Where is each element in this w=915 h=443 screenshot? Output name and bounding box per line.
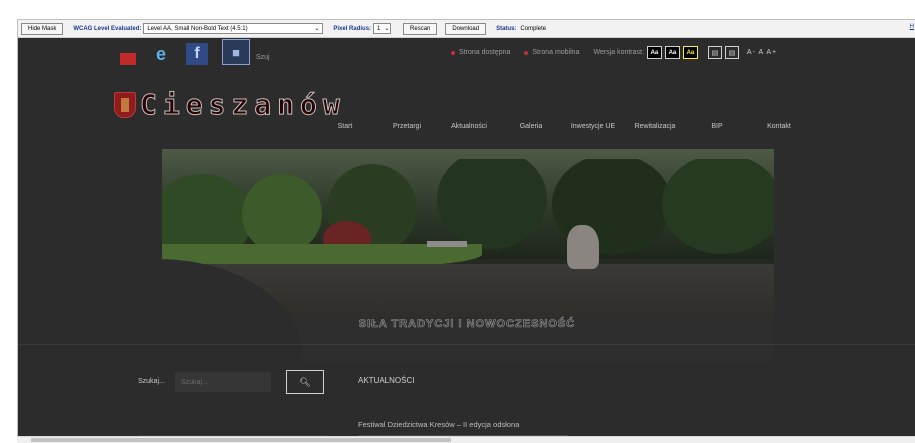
logo-text: Cieszanów [140,88,346,122]
nav-item-galeria[interactable]: Galeria [500,123,562,130]
nav-item-rewitalizacja[interactable]: Rewitalizacja [624,123,686,130]
wcag-level-label: WCAG Level Evaluated: [73,25,142,32]
dot-icon [524,50,529,55]
dot-icon [451,50,455,55]
hero-tagline: SIŁA TRADYCJI I NOWOCZESNOŚĆ [358,318,576,331]
social-icons: e f ■ Szuj [120,39,270,65]
layout-wide-icon[interactable]: ▤ [724,46,739,59]
wcag-level-select[interactable]: Level AA, Small Non-Bold Text (4.5:1) ⌄ [143,23,324,34]
nav-item-przetargi[interactable]: Przetargi [376,123,438,130]
pixel-radius-label: Pixel Radius: [333,25,372,32]
layout-narrow-icon[interactable]: ▤ [707,46,722,59]
accessible-version-label: Strona dostępna [459,49,511,56]
pixel-radius-value: 1 [377,25,381,32]
status-label: Status: [496,25,517,32]
coat-of-arms-icon [114,91,136,118]
section-divider [18,344,915,345]
font-size-controls[interactable]: A- A A+ [747,49,777,56]
mobile-version-label: Strona mobilna [532,49,580,56]
search-button[interactable]: 🔍︎ [286,370,324,394]
accessibility-controls: Strona dostępna Strona mobilna Wersja ko… [451,46,777,59]
status-value: Complete [520,25,547,32]
search-label: Szukaj... [138,378,165,385]
accessible-version-link[interactable]: Strona dostępna [451,49,510,56]
search-icon: 🔍︎ [299,376,311,387]
hide-mask-button[interactable]: Hide Mask [21,22,64,35]
news-heading: AKTUALNOŚCI [358,376,415,385]
rescan-button[interactable]: Rescan [403,22,438,35]
scrollbar-thumb[interactable] [31,438,451,442]
help-link[interactable]: H [910,24,914,30]
horizontal-scrollbar[interactable] [17,436,915,443]
mobile-version-link[interactable]: Strona mobilna [524,49,579,56]
chevron-down-icon: ⌄ [314,26,320,32]
search-input[interactable]: Szukaj... [175,372,271,392]
facebook-icon[interactable]: f [186,43,208,65]
flag-icon[interactable] [120,53,136,65]
nav-item-inwestycje[interactable]: Inwestycje UE [562,123,624,130]
contrast-yellow-button[interactable]: Aa [682,46,698,59]
social-label: Szuj [256,54,270,61]
main-nav: Start Przetargi Aktualności Galeria Inwe… [314,123,810,130]
epuap-icon[interactable]: e [150,43,172,65]
pixel-radius-select[interactable]: 1 ⌄ [373,23,392,34]
contrast-label: Wersja kontrast: [593,49,644,56]
nav-item-aktualnosci[interactable]: Aktualności [438,123,500,130]
contrast-default-button[interactable]: Aa [646,46,662,59]
memorial-stone [567,225,599,269]
wcag-level-value: Level AA, Small Non-Bold Text (4.5:1) [147,25,248,32]
nav-item-start[interactable]: Start [314,123,376,130]
download-button[interactable]: Download [445,22,487,35]
nav-item-bip[interactable]: BIP [686,123,748,130]
hero-image [162,149,774,362]
chevron-down-icon: ⌄ [384,26,390,32]
page-frame: Hide Mask WCAG Level Evaluated: Level AA… [17,19,915,443]
nav-item-kontakt[interactable]: Kontakt [748,123,810,130]
bench [427,241,467,247]
accessibility-toolbar: Hide Mask WCAG Level Evaluated: Level AA… [18,20,915,38]
news-item-title[interactable]: Festiwal Dziedzictwa Kresów – II edycja … [358,420,519,429]
camera-icon[interactable]: ■ [222,39,250,65]
site-logo[interactable]: Cieszanów [114,88,346,122]
contrast-dark-button[interactable]: Aa [664,46,680,59]
